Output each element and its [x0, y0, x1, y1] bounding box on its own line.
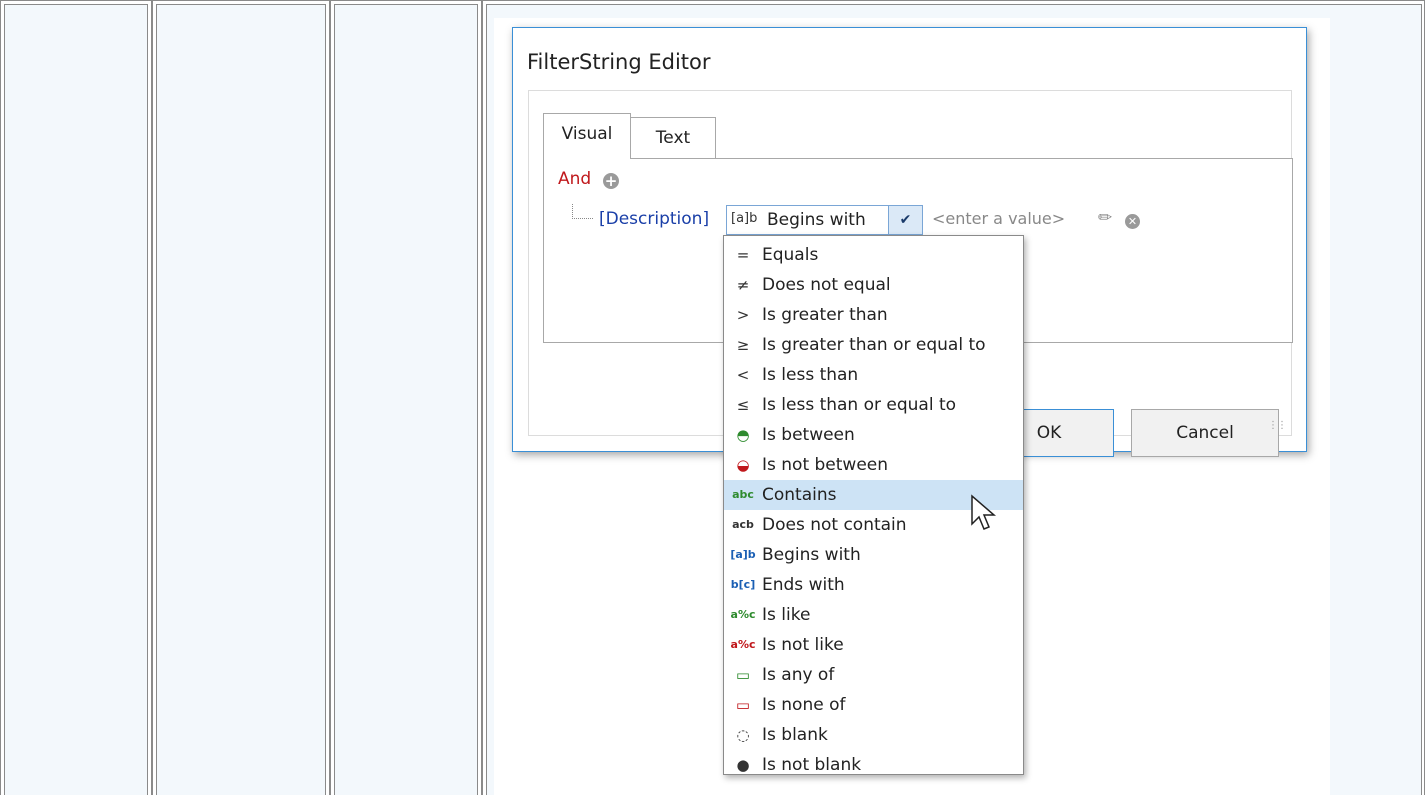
operator-combobox[interactable]: [a]b Begins with ✔ [726, 205, 923, 235]
operator-option-is-like[interactable]: a%c Is like [724, 600, 1023, 630]
option-label: Ends with [762, 575, 845, 595]
option-label: Is any of [762, 665, 835, 685]
less-than-icon: < [736, 366, 750, 384]
any-of-icon: ▭ [735, 666, 751, 684]
greater-or-equal-icon: ≥ [736, 336, 750, 354]
option-label: Is greater than [762, 305, 888, 325]
operator-option-is-blank[interactable]: ◌ Is blank [724, 720, 1023, 750]
option-label: Begins with [762, 545, 861, 565]
option-label: Does not equal [762, 275, 891, 295]
option-label: Is greater than or equal to [762, 335, 986, 355]
greater-than-icon: > [736, 306, 750, 324]
option-label: Is between [762, 425, 855, 445]
dialog-title: FilterString Editor [527, 50, 711, 74]
option-label: Is less than or equal to [762, 395, 957, 415]
cancel-button[interactable]: Cancel [1131, 409, 1279, 457]
option-label: Equals [762, 245, 819, 265]
operator-option-is-not-blank[interactable]: ● Is not blank [724, 750, 1023, 780]
group-operator-and[interactable]: And [558, 169, 591, 189]
chevron-down-icon[interactable]: ✔ [888, 206, 922, 234]
operator-option-is-none-of[interactable]: ▭ Is none of [724, 690, 1023, 720]
operator-option-not-between[interactable]: ◒ Is not between [724, 450, 1023, 480]
option-label: Is not between [762, 455, 889, 475]
is-like-icon: a%c [730, 608, 756, 621]
value-placeholder[interactable]: <enter a value> [932, 209, 1065, 228]
option-label: Does not contain [762, 515, 907, 535]
operator-option-less-than[interactable]: < Is less than [724, 360, 1023, 390]
is-not-like-icon: a%c [730, 638, 756, 651]
operator-option-ends-with[interactable]: b[c] Ends with [724, 570, 1023, 600]
operator-option-less-or-equal[interactable]: ≤ Is less than or equal to [724, 390, 1023, 420]
condition-field[interactable]: [Description] [599, 209, 709, 229]
operator-value: Begins with [767, 210, 866, 230]
begins-with-icon: [a]b [731, 211, 758, 226]
blank-icon: ◌ [736, 726, 750, 744]
less-or-equal-icon: ≤ [736, 396, 750, 414]
option-label: Contains [762, 485, 837, 505]
mouse-pointer-icon [971, 494, 997, 530]
option-label: Is none of [762, 695, 846, 715]
option-label: Is blank [762, 725, 828, 745]
equals-icon: = [736, 246, 750, 264]
tab-text-label: Text [655, 128, 691, 148]
tree-connector [572, 204, 593, 219]
tab-visual[interactable]: Visual [543, 113, 631, 159]
between-icon: ◓ [736, 426, 750, 444]
operator-option-between[interactable]: ◓ Is between [724, 420, 1023, 450]
operator-option-equals[interactable]: = Equals [724, 240, 1023, 270]
resize-grip-icon[interactable]: ⋮⋮ [1268, 420, 1287, 431]
table-cell-2 [156, 4, 326, 795]
operator-option-is-any-of[interactable]: ▭ Is any of [724, 660, 1023, 690]
add-condition-icon[interactable]: + [603, 173, 619, 189]
table-column-2 [152, 0, 330, 795]
operator-option-does-not-equal[interactable]: ≠ Does not equal [724, 270, 1023, 300]
table-cell-3 [334, 4, 478, 795]
remove-condition-icon[interactable]: ✕ [1125, 214, 1140, 229]
option-label: Is less than [762, 365, 859, 385]
not-between-icon: ◒ [736, 456, 750, 474]
option-label: Is not like [762, 635, 844, 655]
contains-icon: abc [732, 488, 754, 501]
does-not-contain-icon: acb [732, 518, 754, 531]
operator-option-is-not-like[interactable]: a%c Is not like [724, 630, 1023, 660]
ok-button-label: OK [1036, 423, 1062, 443]
option-label: Is like [762, 605, 811, 625]
table-column-3 [330, 0, 482, 795]
operator-option-greater-or-equal[interactable]: ≥ Is greater than or equal to [724, 330, 1023, 360]
tab-visual-label: Visual [561, 124, 613, 144]
option-label: Is not blank [762, 755, 862, 775]
cancel-button-label: Cancel [1176, 423, 1234, 443]
table-column-1 [0, 0, 152, 795]
not-equal-icon: ≠ [736, 276, 750, 294]
ends-with-icon: b[c] [730, 578, 756, 591]
tab-text[interactable]: Text [630, 117, 716, 159]
operator-option-greater-than[interactable]: > Is greater than [724, 300, 1023, 330]
none-of-icon: ▭ [735, 696, 751, 714]
pencil-icon[interactable]: ✏ [1098, 208, 1112, 228]
not-blank-icon: ● [736, 756, 750, 774]
operator-option-begins-with[interactable]: [a]b Begins with [724, 540, 1023, 570]
screenshot-panel: FilterString Editor Visual Text And + [D… [494, 18, 1330, 795]
table-cell-1 [4, 4, 148, 795]
begins-with-icon: [a]b [730, 548, 756, 561]
